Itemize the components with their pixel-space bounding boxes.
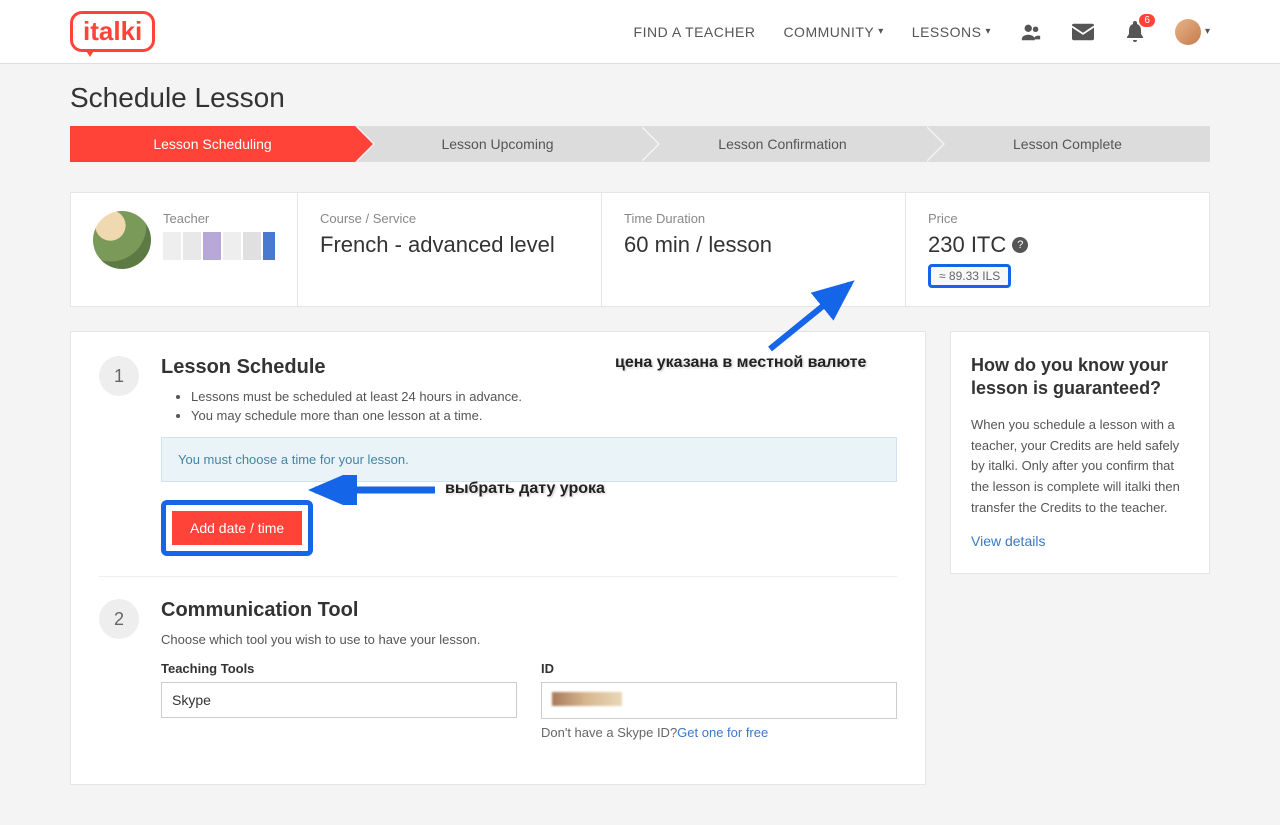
section-schedule: 1 Lesson Schedule Lessons must be schedu… <box>99 356 897 577</box>
tools-label: Teaching Tools <box>161 661 517 676</box>
page-title: Schedule Lesson <box>70 82 1210 114</box>
nav-lessons-label: LESSONS <box>912 24 982 40</box>
price-label: Price <box>928 211 1187 226</box>
schedule-rules: Lessons must be scheduled at least 24 ho… <box>161 389 897 423</box>
sidebar-text: When you schedule a lesson with a teache… <box>971 415 1189 519</box>
schedule-notice: You must choose a time for your lesson. <box>161 437 897 482</box>
summary-course: Course / Service French - advanced level <box>298 193 602 306</box>
lesson-summary: Teacher Course / Service French - advanc… <box>70 192 1210 307</box>
nav-community-label: COMMUNITY <box>783 24 874 40</box>
annotation-date: выбрать дату урока <box>445 480 605 498</box>
id-value-blurred <box>552 692 622 706</box>
comm-title: Communication Tool <box>161 599 897 622</box>
course-label: Course / Service <box>320 211 579 226</box>
nav-find-teacher[interactable]: FIND A TEACHER <box>634 24 756 40</box>
course-value: French - advanced level <box>320 232 579 258</box>
get-skype-link[interactable]: Get one for free <box>677 725 768 740</box>
summary-duration: Time Duration 60 min / lesson <box>602 193 906 306</box>
progress-steps: Lesson Scheduling Lesson Upcoming Lesson… <box>70 126 1210 162</box>
schedule-rule-1: Lessons must be scheduled at least 24 ho… <box>191 389 897 404</box>
chevron-down-icon: ▾ <box>878 26 884 37</box>
step-confirmation: Lesson Confirmation <box>640 126 925 162</box>
contacts-icon[interactable] <box>1019 20 1043 44</box>
duration-value: 60 min / lesson <box>624 232 883 258</box>
id-label: ID <box>541 661 897 676</box>
teacher-label: Teacher <box>163 211 275 226</box>
teacher-avatar[interactable] <box>93 211 151 269</box>
section-communication: 2 Communication Tool Choose which tool y… <box>99 599 897 760</box>
messages-icon[interactable] <box>1071 20 1095 44</box>
summary-price: Price 230 ITC ? ≈ 89.33 ILS <box>906 193 1209 306</box>
top-navigation: italki FIND A TEACHER COMMUNITY ▾ LESSONS… <box>0 0 1280 64</box>
nav-community[interactable]: COMMUNITY ▾ <box>783 24 883 40</box>
chevron-down-icon: ▾ <box>985 26 991 37</box>
main-panel: 1 Lesson Schedule Lessons must be schedu… <box>70 331 926 785</box>
teaching-tools-select[interactable]: Skype <box>161 682 517 718</box>
add-date-highlight: Add date / time <box>161 500 313 556</box>
logo[interactable]: italki <box>70 11 155 52</box>
schedule-rule-2: You may schedule more than one lesson at… <box>191 408 897 423</box>
comm-subtext: Choose which tool you wish to use to hav… <box>161 632 897 647</box>
tools-selected-value: Skype <box>172 692 211 708</box>
sidebar-panel: How do you know your lesson is guarantee… <box>950 331 1210 574</box>
main-content: 1 Lesson Schedule Lessons must be schedu… <box>70 331 1210 785</box>
step-upcoming: Lesson Upcoming <box>355 126 640 162</box>
step-complete: Lesson Complete <box>925 126 1210 162</box>
step-scheduling: Lesson Scheduling <box>70 126 355 162</box>
skype-help-text: Don't have a Skype ID? <box>541 725 677 740</box>
user-menu[interactable]: ▾ <box>1175 20 1210 44</box>
teacher-rating <box>163 232 275 260</box>
view-details-link[interactable]: View details <box>971 533 1045 549</box>
step-number-2: 2 <box>99 599 139 639</box>
skype-id-input[interactable] <box>541 682 897 719</box>
price-value: 230 ITC <box>928 232 1006 258</box>
price-local-currency: ≈ 89.33 ILS <box>928 264 1011 288</box>
page-container: Schedule Lesson Lesson Scheduling Lesson… <box>70 64 1210 825</box>
duration-label: Time Duration <box>624 211 883 226</box>
summary-teacher: Teacher <box>71 193 298 306</box>
notification-badge: 6 <box>1139 14 1155 27</box>
nav-links: FIND A TEACHER COMMUNITY▾ LESSONS▾ 6 ▾ <box>634 20 1210 44</box>
annotation-price: цена указана в местной валюте <box>615 354 866 372</box>
skype-help: Don't have a Skype ID?Get one for free <box>541 725 897 740</box>
add-date-button[interactable]: Add date / time <box>172 511 302 545</box>
step-number-1: 1 <box>99 356 139 396</box>
notifications-icon[interactable]: 6 <box>1123 20 1147 44</box>
sidebar-title: How do you know your lesson is guarantee… <box>971 354 1189 401</box>
avatar <box>1175 19 1201 45</box>
price-help-icon[interactable]: ? <box>1012 237 1028 253</box>
nav-lessons[interactable]: LESSONS▾ <box>912 24 991 40</box>
chevron-down-icon: ▾ <box>1205 26 1210 37</box>
